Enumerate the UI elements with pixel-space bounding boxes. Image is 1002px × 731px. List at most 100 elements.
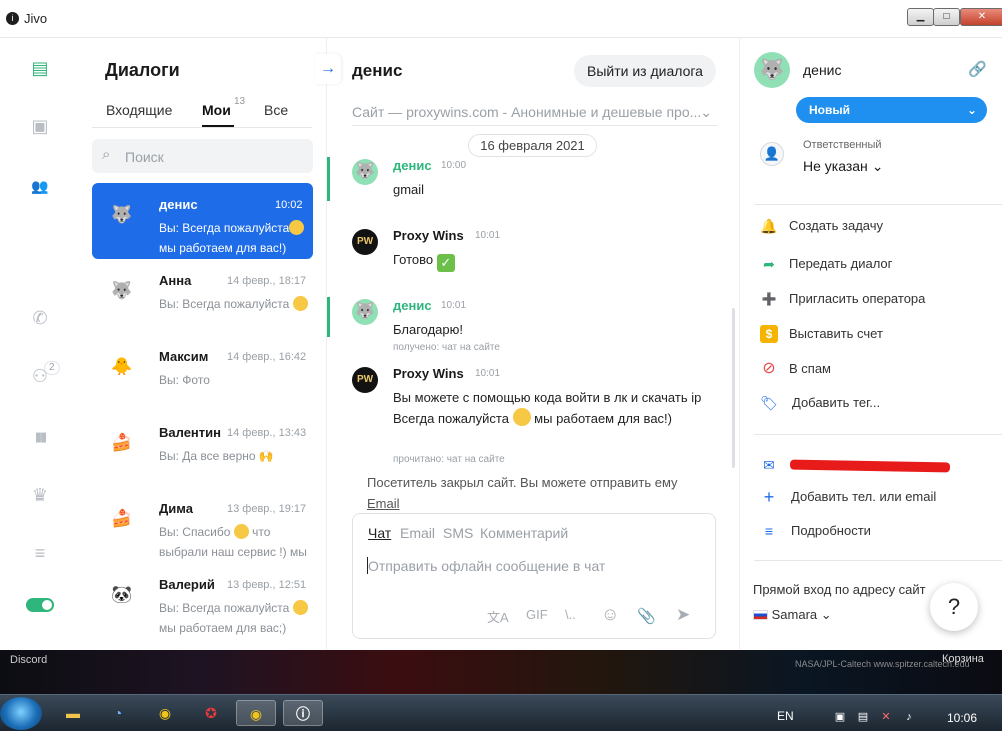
conversation-item[interactable]: 🐺 Анна 14 февр., 18:17 Вы: Всегда пожалу…	[92, 259, 326, 335]
transfer-dialog-action[interactable]: ➦ Передать диалог	[760, 255, 1000, 275]
crown-icon[interactable]: ♛	[28, 483, 52, 507]
composer-tab-email[interactable]: Email	[400, 525, 435, 541]
composer-tab-sms[interactable]: SMS	[443, 525, 473, 541]
jivo-taskbar-icon[interactable]: ⓘ	[283, 700, 323, 726]
leave-dialog-button[interactable]: Выйти из диалога	[574, 55, 716, 87]
tab-mine[interactable]: Мои	[202, 102, 231, 118]
close-button[interactable]: ✕	[960, 8, 1002, 26]
spam-action[interactable]: ⊘ В спам	[760, 360, 1000, 380]
monitor-icon[interactable]: ▣	[28, 114, 52, 138]
avatar: 🍰	[111, 433, 133, 452]
search-icon: ⌕	[102, 146, 111, 163]
region-select[interactable]: Samara ⌄	[753, 607, 832, 623]
email-link[interactable]: Email	[367, 496, 400, 511]
clock[interactable]: 10:06	[947, 711, 977, 725]
app-icon[interactable]: ◔	[105, 700, 131, 726]
conversation-item[interactable]: 🐺 денис 10:02 Вы: Всегда пожалуйста мы ра…	[92, 183, 313, 259]
conversation-time: 10:02	[275, 199, 303, 211]
network-icon[interactable]: ✕	[879, 710, 893, 724]
issue-invoice-action[interactable]: $ Выставить счет	[760, 325, 1000, 345]
opera-icon[interactable]: ✪	[198, 700, 224, 726]
composer-tab-comment[interactable]: Комментарий	[480, 525, 568, 541]
conversation-item[interactable]: 🍰 Валентин 14 февр., 13:43 Вы: Да все ве…	[92, 411, 326, 487]
translate-icon[interactable]: 文A	[487, 607, 509, 626]
message-sender: денис	[393, 298, 432, 313]
action-label: Добавить тел. или email	[791, 489, 937, 504]
conversation-time: 14 февр., 16:42	[227, 351, 307, 363]
start-button[interactable]	[0, 697, 42, 730]
maximize-button[interactable]: □	[933, 8, 960, 26]
attach-icon[interactable]: 📎	[637, 607, 656, 625]
search-input[interactable]: Поиск	[125, 149, 164, 165]
conversation-item[interactable]: 🐥 Максим 14 февр., 16:42 Вы: Фото	[92, 335, 326, 411]
message-status: получено: чат на сайте	[393, 342, 500, 353]
language-indicator[interactable]: EN	[777, 709, 794, 723]
stats-icon[interactable]: ▮▮	[28, 425, 52, 449]
message-text: Вы можете с помощью кода войти в лк и ск…	[393, 387, 723, 429]
jivo-logo-icon: i	[6, 12, 19, 25]
tab-incoming[interactable]: Входящие	[106, 102, 172, 118]
avatar: 🐼	[111, 585, 133, 604]
invite-operator-action[interactable]: ➕ Пригласить оператора	[760, 290, 1000, 310]
details-action[interactable]: ≡ Подробности	[760, 522, 1000, 542]
dollar-icon: $	[760, 325, 778, 343]
chat-scrollbar[interactable]	[732, 308, 735, 468]
preview-text: Вы: Спасибо	[159, 525, 231, 539]
phone-icon[interactable]: ✆	[28, 306, 52, 330]
message-time: 10:00	[441, 160, 467, 171]
search-box[interactable]: ⌕ Поиск	[92, 139, 313, 173]
message-text: Готово ✓	[393, 249, 723, 272]
discord-desktop-label[interactable]: Discord	[10, 654, 47, 666]
action-label: Добавить тег...	[792, 395, 881, 410]
folder-icon[interactable]: ▬	[60, 700, 86, 726]
window-titlebar: i Jivo ▁ □ ✕	[0, 0, 1002, 38]
app-root: i Jivo ▁ □ ✕ ▤ ▣ 👥 ✆ ⚇ 2 ▮▮ ♛ ≡ Диалоги …	[0, 0, 1002, 731]
message-sender: Proxy Wins	[393, 228, 464, 243]
chrome-icon[interactable]: ◉	[152, 700, 178, 726]
settings-icon[interactable]: ≡	[28, 541, 52, 565]
tag-icon: 🏷	[760, 395, 778, 411]
conversation-name: денис	[159, 197, 198, 212]
collapse-arrow-icon[interactable]: →	[315, 54, 341, 84]
link-icon[interactable]: 🔗	[968, 60, 987, 78]
window-title: Jivo	[24, 11, 48, 26]
gif-button[interactable]: GIF	[526, 607, 548, 622]
wink-emoji-icon	[289, 220, 305, 235]
status-dropdown[interactable]: Новый ⌄	[796, 97, 987, 123]
divider	[754, 560, 1002, 561]
conversation-item[interactable]: 🐼 Валерий 13 февр., 12:51 Вы: Всегда пож…	[92, 563, 326, 639]
forward-arrow-icon: ➦	[763, 256, 775, 272]
visitor-closed-notice: Посетитель закрыл сайт. Вы можете отправ…	[367, 472, 712, 514]
emoji-icon[interactable]: ☺	[601, 604, 619, 625]
conversation-preview: Вы: Фото	[159, 373, 210, 387]
message-input[interactable]: Отправить офлайн сообщение в чат	[368, 558, 605, 574]
tray-device-icon[interactable]: ▤	[856, 710, 870, 724]
action-label: Пригласить оператора	[789, 291, 926, 306]
site-selector[interactable]: Сайт — proxywins.com - Анонимные и дешев…	[352, 104, 712, 120]
composer-tab-chat[interactable]: Чат	[368, 525, 391, 541]
block-icon: ⊘	[762, 360, 776, 377]
volume-icon[interactable]: ♪	[902, 710, 916, 724]
conversation-item[interactable]: 🍰 Дима 13 февр., 19:17 Вы: Спасибо что вы…	[92, 487, 326, 563]
chrome-window-icon[interactable]: ◉	[236, 700, 276, 726]
trash-desktop-label[interactable]: Корзина	[942, 653, 984, 665]
tray-flag-icon[interactable]: ▣	[833, 710, 847, 724]
create-task-action[interactable]: 🔔 Создать задачу	[760, 217, 1000, 237]
action-label: Подробности	[791, 523, 871, 538]
responsible-select[interactable]: Не указан ⌄	[803, 158, 883, 175]
chat-icon[interactable]: ▤	[28, 56, 52, 80]
conversation-time: 14 февр., 18:17	[227, 275, 307, 287]
help-button[interactable]: ?	[930, 583, 978, 631]
team-icon[interactable]: 👥	[28, 174, 52, 198]
minimize-button[interactable]: ▁	[907, 8, 934, 26]
add-tag-action[interactable]: 🏷 Добавить тег...	[760, 394, 1000, 414]
add-contact-action[interactable]: + Добавить тел. или email	[760, 488, 1000, 508]
tabs-divider	[92, 127, 312, 128]
responsible-label: Ответственный	[803, 139, 882, 151]
script-icon[interactable]: \..	[565, 607, 576, 622]
blush-emoji-icon	[292, 296, 308, 311]
tab-all[interactable]: Все	[264, 102, 288, 118]
message-text-body: Вы можете с помощью кода войти в лк и ск…	[393, 390, 702, 405]
send-icon[interactable]: ➤	[676, 605, 690, 625]
online-toggle[interactable]	[26, 598, 54, 612]
